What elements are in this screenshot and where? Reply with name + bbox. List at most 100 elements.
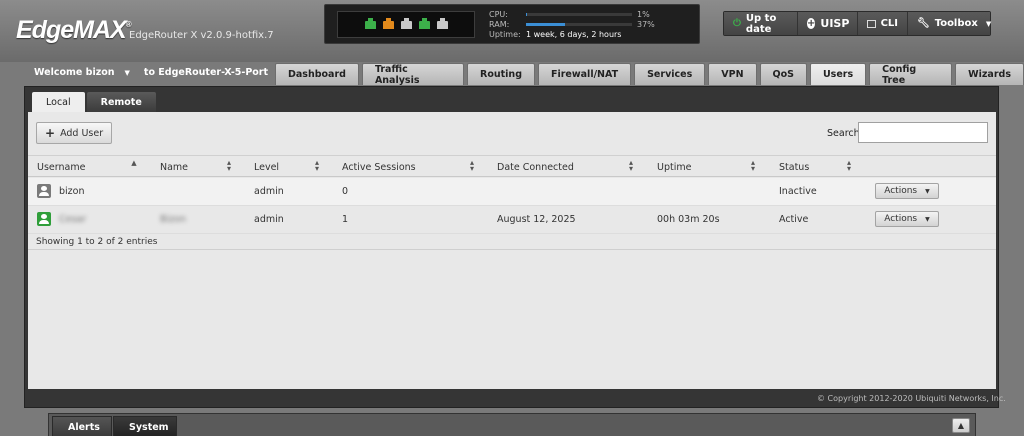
port-eth2-icon[interactable] <box>400 17 412 29</box>
table-header: Username ▲ Name ▴ ▾ Level ▴ ▾ Active Sessi… <box>28 155 996 177</box>
system-status-panel: CPU: 1% RAM: 37% Uptime: 1 week, 6 days,… <box>324 4 700 44</box>
cell-sessions: 0 <box>342 186 349 197</box>
add-user-label: Add User <box>60 127 104 139</box>
ram-label: RAM: <box>489 20 510 29</box>
expand-up-icon[interactable]: ▲ <box>952 418 970 433</box>
tab-routing[interactable]: Routing <box>467 63 535 85</box>
cell-sessions: 1 <box>342 214 349 225</box>
welcome-text: Welcome bizon ▼ to EdgeRouter-X-5-Port <box>34 67 268 78</box>
cell-username: bizon <box>59 186 85 197</box>
col-name[interactable]: Name <box>160 162 188 173</box>
sort-icon[interactable]: ▴ ▾ <box>748 159 758 173</box>
cell-status: Active <box>779 214 809 225</box>
tab-alerts[interactable]: Alerts <box>52 416 112 436</box>
users-panel: + Add User Search Username ▲ Name ▴ ▾ Lev… <box>28 112 996 389</box>
search-label: Search <box>827 128 860 139</box>
actions-dropdown[interactable]: Actions ▼ <box>875 211 939 227</box>
cpu-value: 1% <box>637 10 650 19</box>
power-icon: ⏻ <box>733 18 741 29</box>
uisp-label: UISP <box>820 17 850 30</box>
table-row: bizon admin 0 Inactive Actions ▼ <box>28 178 996 206</box>
col-status[interactable]: Status <box>779 162 809 173</box>
tab-system[interactable]: System <box>113 416 177 436</box>
tab-local[interactable]: Local <box>32 92 85 112</box>
sort-icon[interactable]: ▴ ▾ <box>626 159 636 173</box>
sort-icon[interactable]: ▴ ▾ <box>312 159 322 173</box>
cell-level: admin <box>254 214 284 225</box>
user-avatar-icon <box>37 212 51 226</box>
add-user-button[interactable]: + Add User <box>36 122 113 144</box>
cell-level: admin <box>254 186 284 197</box>
chevron-down-icon: ▼ <box>985 19 992 28</box>
tab-users[interactable]: Users <box>809 63 867 85</box>
cell-username: Cesar <box>59 214 87 225</box>
wrench-icon: 🔧︎ <box>917 18 930 29</box>
col-uptime[interactable]: Uptime <box>657 162 691 173</box>
sort-icon[interactable]: ▴ ▾ <box>224 159 234 173</box>
table-info: Showing 1 to 2 of 2 entries <box>36 237 158 247</box>
firmware-version: EdgeRouter X v2.0.9-hotfix.7 <box>129 30 274 41</box>
cell-uptime: 00h 03m 20s <box>657 214 720 225</box>
cell-date: August 12, 2025 <box>497 214 576 225</box>
tab-vpn[interactable]: VPN <box>708 63 757 85</box>
col-date-connected[interactable]: Date Connected <box>497 162 574 173</box>
ram-bar <box>526 23 632 26</box>
caret-down-icon: ▼ <box>925 215 930 223</box>
ram-bar-fill <box>526 23 566 26</box>
actions-label: Actions <box>884 186 918 196</box>
cpu-label: CPU: <box>489 10 508 19</box>
port-eth4-icon[interactable] <box>436 17 448 29</box>
table-row: Cesar Bizon admin 1 August 12, 2025 00h … <box>28 206 996 234</box>
copyright-text: © Copyright 2012-2020 Ubiquiti Networks,… <box>817 394 1006 403</box>
router-name: to EdgeRouter-X-5-Port <box>143 67 269 78</box>
port-eth1-icon[interactable] <box>382 17 394 29</box>
sort-asc-icon[interactable]: ▲ <box>129 160 139 167</box>
user-subtabs: Local Remote <box>32 92 156 112</box>
tab-firewall-nat[interactable]: Firewall/NAT <box>538 63 632 85</box>
uptime-label: Uptime: <box>489 30 521 39</box>
tab-traffic-analysis[interactable]: Traffic Analysis <box>361 63 465 86</box>
cpu-bar <box>526 13 632 16</box>
toolbox-label: Toolbox <box>934 18 978 29</box>
tab-config-tree[interactable]: Config Tree <box>869 63 953 86</box>
plus-circle-icon: + <box>807 18 816 29</box>
main-nav: Dashboard Traffic Analysis Routing Firewall… <box>275 63 1024 86</box>
cpu-bar-fill <box>526 13 528 16</box>
sort-icon[interactable]: ▴ ▾ <box>467 159 477 173</box>
header-button-group: ⏻ Up to date + UISP CLI 🔧︎ Toolbox ▼ <box>723 11 991 36</box>
uptime-value: 1 week, 6 days, 2 hours <box>526 30 622 39</box>
uisp-button[interactable]: + UISP <box>798 12 858 35</box>
up-to-date-label: Up to date <box>745 12 777 35</box>
up-to-date-button[interactable]: ⏻ Up to date <box>724 12 798 35</box>
user-avatar-icon <box>37 184 51 198</box>
tab-services[interactable]: Services <box>634 63 706 85</box>
col-level[interactable]: Level <box>254 162 279 173</box>
tab-wizards[interactable]: Wizards <box>955 63 1024 85</box>
cli-label: CLI <box>880 18 898 29</box>
caret-down-icon[interactable]: ▼ <box>125 69 130 77</box>
port-status-panel[interactable] <box>337 11 475 38</box>
cell-name: Bizon <box>160 214 186 225</box>
search-input[interactable] <box>858 122 988 143</box>
welcome-user-menu[interactable]: Welcome bizon <box>34 67 115 78</box>
terminal-icon <box>867 19 876 28</box>
plus-icon: + <box>45 126 56 140</box>
toolbox-button[interactable]: 🔧︎ Toolbox ▼ <box>908 12 992 35</box>
caret-down-icon: ▼ <box>925 187 930 195</box>
divider <box>28 249 996 250</box>
tab-qos[interactable]: QoS <box>759 63 807 85</box>
cli-button[interactable]: CLI <box>858 12 908 35</box>
edgemax-logo: EdgeMAX® <box>16 16 132 44</box>
port-eth3-icon[interactable] <box>418 17 430 29</box>
bottom-bar: Alerts System ▲ <box>48 413 976 436</box>
cell-status: Inactive <box>779 186 817 197</box>
tab-dashboard[interactable]: Dashboard <box>275 63 359 85</box>
ram-value: 37% <box>637 20 655 29</box>
port-eth0-icon[interactable] <box>364 17 376 29</box>
tab-remote[interactable]: Remote <box>86 92 156 112</box>
col-username[interactable]: Username <box>37 162 85 173</box>
sort-icon[interactable]: ▴ ▾ <box>844 159 854 173</box>
actions-dropdown[interactable]: Actions ▼ <box>875 183 939 199</box>
actions-label: Actions <box>884 214 918 224</box>
col-active-sessions[interactable]: Active Sessions <box>342 162 416 173</box>
